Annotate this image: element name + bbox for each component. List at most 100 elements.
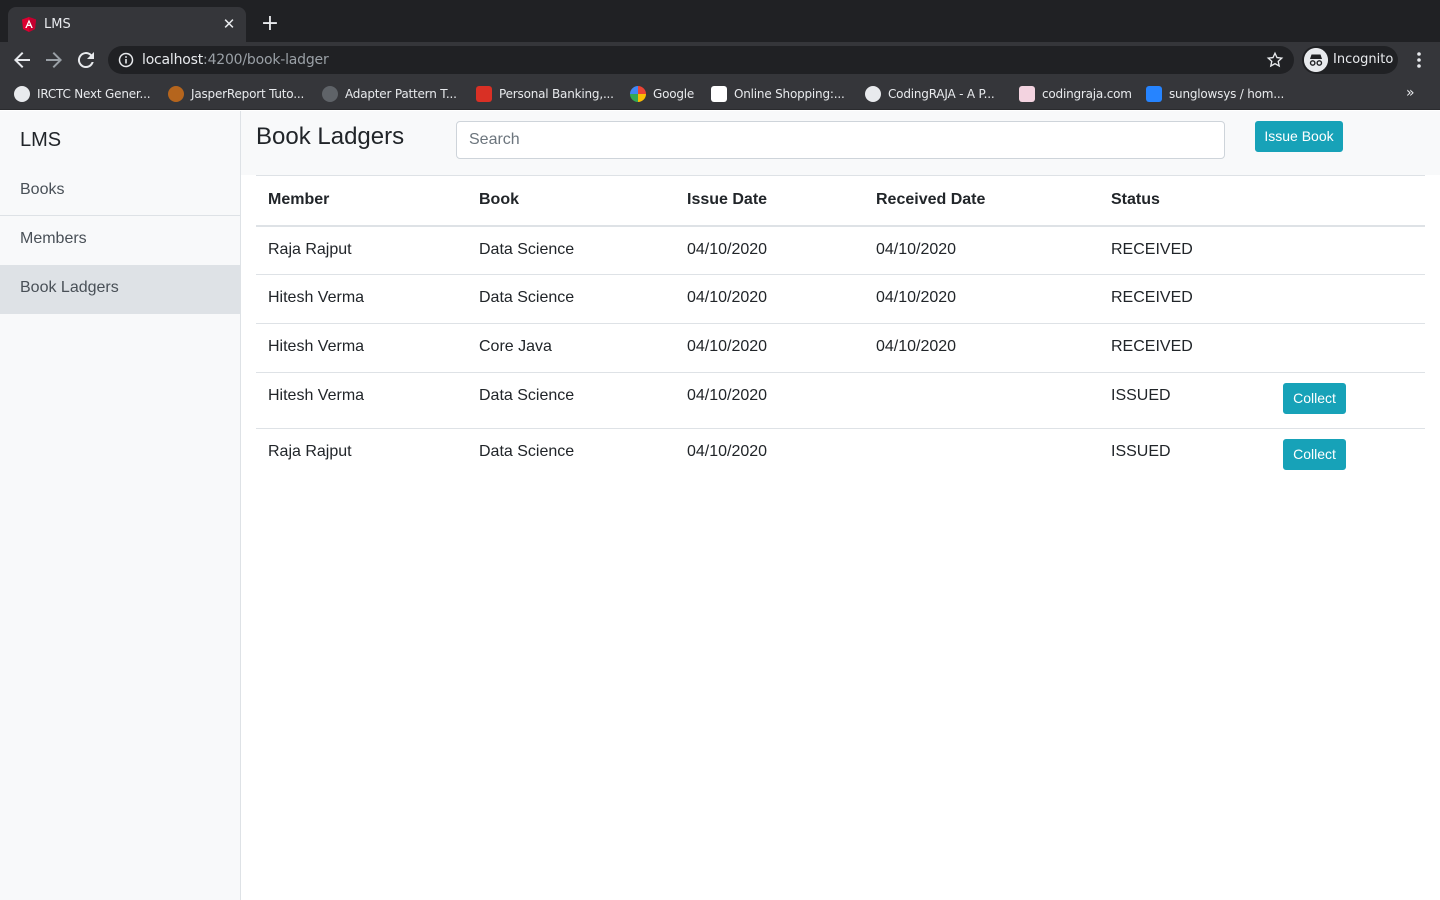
column-header-book: Book bbox=[467, 175, 675, 227]
bookmark-item[interactable]: codingraja.com bbox=[1019, 85, 1132, 103]
sidebar-item-books[interactable]: Books bbox=[0, 167, 240, 216]
bookmark-item[interactable]: Personal Banking,... bbox=[476, 85, 614, 103]
cell-action bbox=[1271, 274, 1425, 324]
browser-tabstrip: LMS ✕ + bbox=[0, 0, 1440, 42]
amazon-icon bbox=[711, 86, 727, 102]
cell-issue-date: 04/10/2020 bbox=[675, 372, 864, 429]
cell-book: Data Science bbox=[467, 225, 675, 275]
hex-icon bbox=[322, 86, 338, 102]
cell-book: Data Science bbox=[467, 428, 675, 485]
page-title: Book Ladgers bbox=[256, 123, 405, 150]
ledger-table: Member Book Issue Date Received Date Sta… bbox=[256, 175, 1425, 485]
reload-icon[interactable] bbox=[74, 48, 98, 72]
bookmark-label: Online Shopping:... bbox=[734, 87, 845, 101]
column-header-member: Member bbox=[256, 175, 467, 227]
cell-member: Hitesh Verma bbox=[256, 274, 467, 324]
cell-status: RECEIVED bbox=[1099, 225, 1271, 275]
cell-action bbox=[1271, 225, 1425, 275]
bookmark-label: Adapter Pattern T... bbox=[345, 87, 457, 101]
cell-received-date bbox=[864, 428, 1099, 485]
bookmark-label: CodingRAJA - A P... bbox=[888, 87, 995, 101]
sidebar-item-book-ladgers[interactable]: Book Ladgers bbox=[0, 265, 240, 314]
url-text[interactable]: localhost:4200/book-ladger bbox=[142, 52, 329, 68]
jasper-icon bbox=[168, 86, 184, 102]
cell-status: RECEIVED bbox=[1099, 274, 1271, 324]
brand-title[interactable]: LMS bbox=[20, 129, 61, 152]
globe-icon bbox=[14, 86, 30, 102]
cell-status: ISSUED bbox=[1099, 372, 1271, 429]
bookmark-item[interactable]: sunglowsys / hom... bbox=[1146, 85, 1284, 103]
angular-icon bbox=[22, 17, 36, 32]
cell-received-date: 04/10/2020 bbox=[864, 225, 1099, 275]
bookmark-label: JasperReport Tuto... bbox=[191, 87, 305, 101]
column-header-received-date: Received Date bbox=[864, 175, 1099, 227]
table-row: Raja Rajput Data Science 04/10/2020 ISSU… bbox=[256, 428, 1425, 485]
cell-member: Raja Rajput bbox=[256, 225, 467, 275]
bookmark-item[interactable]: Google bbox=[630, 85, 694, 103]
bookmark-star-icon[interactable] bbox=[1266, 51, 1284, 69]
forward-icon[interactable] bbox=[42, 48, 66, 72]
cell-received-date: 04/10/2020 bbox=[864, 274, 1099, 324]
bookmark-label: sunglowsys / hom... bbox=[1169, 87, 1285, 101]
collect-button[interactable]: Collect bbox=[1283, 439, 1346, 470]
url-path: :4200/book-ladger bbox=[203, 52, 329, 68]
bookmarks-bar: IRCTC Next Gener... JasperReport Tuto...… bbox=[0, 78, 1440, 110]
cell-book: Data Science bbox=[467, 372, 675, 429]
table-row: Hitesh Verma Core Java 04/10/2020 04/10/… bbox=[256, 323, 1425, 373]
cell-book: Core Java bbox=[467, 323, 675, 373]
browser-toolbar: localhost:4200/book-ladger Incognito bbox=[0, 42, 1440, 78]
bookmark-item[interactable]: IRCTC Next Gener... bbox=[14, 85, 151, 103]
cell-action: Collect bbox=[1271, 428, 1425, 485]
sidebar-item-label: Books bbox=[20, 181, 65, 198]
column-header-status: Status bbox=[1099, 175, 1271, 227]
cell-issue-date: 04/10/2020 bbox=[675, 274, 864, 324]
bookmark-label: Google bbox=[653, 87, 695, 101]
profile-label: Incognito bbox=[1333, 52, 1394, 67]
address-bar[interactable]: localhost:4200/book-ladger bbox=[108, 46, 1294, 74]
cell-book: Data Science bbox=[467, 274, 675, 324]
bookmark-item[interactable]: Online Shopping:... bbox=[711, 85, 845, 103]
collect-button[interactable]: Collect bbox=[1283, 383, 1346, 414]
url-host: localhost bbox=[142, 52, 204, 68]
issue-book-button[interactable]: Issue Book bbox=[1255, 121, 1343, 152]
cell-received-date bbox=[864, 372, 1099, 429]
back-icon[interactable] bbox=[10, 48, 34, 72]
cell-action: Collect bbox=[1271, 372, 1425, 429]
sidebar-item-label: Book Ladgers bbox=[20, 279, 119, 296]
page-header: Book Ladgers Issue Book bbox=[241, 111, 1440, 175]
cell-issue-date: 04/10/2020 bbox=[675, 225, 864, 275]
bitbucket-icon bbox=[1146, 86, 1162, 102]
cell-member: Raja Rajput bbox=[256, 428, 467, 485]
bookmark-label: Personal Banking,... bbox=[499, 87, 614, 101]
cell-status: RECEIVED bbox=[1099, 323, 1271, 373]
column-header-issue-date: Issue Date bbox=[675, 175, 864, 227]
search-input[interactable] bbox=[456, 121, 1225, 159]
bookmark-label: IRCTC Next Gener... bbox=[37, 87, 151, 101]
tab-title: LMS bbox=[44, 17, 71, 32]
sidebar-item-members[interactable]: Members bbox=[0, 216, 240, 265]
bookmark-label: codingraja.com bbox=[1042, 87, 1132, 101]
browser-tab[interactable]: LMS ✕ bbox=[8, 7, 246, 42]
cell-action bbox=[1271, 323, 1425, 373]
more-bookmarks-icon[interactable]: » bbox=[1406, 85, 1415, 101]
google-icon bbox=[630, 86, 646, 102]
cell-received-date: 04/10/2020 bbox=[864, 323, 1099, 373]
close-tab-icon[interactable]: ✕ bbox=[220, 15, 238, 33]
info-icon[interactable] bbox=[118, 52, 134, 68]
globe-icon bbox=[865, 86, 881, 102]
codingraja-icon bbox=[1019, 86, 1035, 102]
cell-status: ISSUED bbox=[1099, 428, 1271, 485]
incognito-icon bbox=[1304, 48, 1328, 72]
bookmark-item[interactable]: CodingRAJA - A P... bbox=[865, 85, 995, 103]
table-row: Raja Rajput Data Science 04/10/2020 04/1… bbox=[256, 225, 1425, 275]
bank-icon bbox=[476, 86, 492, 102]
new-tab-icon[interactable]: + bbox=[258, 12, 282, 36]
cell-member: Hitesh Verma bbox=[256, 323, 467, 373]
bookmark-item[interactable]: Adapter Pattern T... bbox=[322, 85, 457, 103]
bookmark-item[interactable]: JasperReport Tuto... bbox=[168, 85, 304, 103]
cell-issue-date: 04/10/2020 bbox=[675, 428, 864, 485]
incognito-profile[interactable]: Incognito bbox=[1302, 46, 1398, 74]
kebab-menu-icon[interactable] bbox=[1410, 48, 1428, 72]
column-header-action bbox=[1271, 175, 1425, 227]
sidebar: LMS Books Members Book Ladgers bbox=[0, 111, 241, 900]
